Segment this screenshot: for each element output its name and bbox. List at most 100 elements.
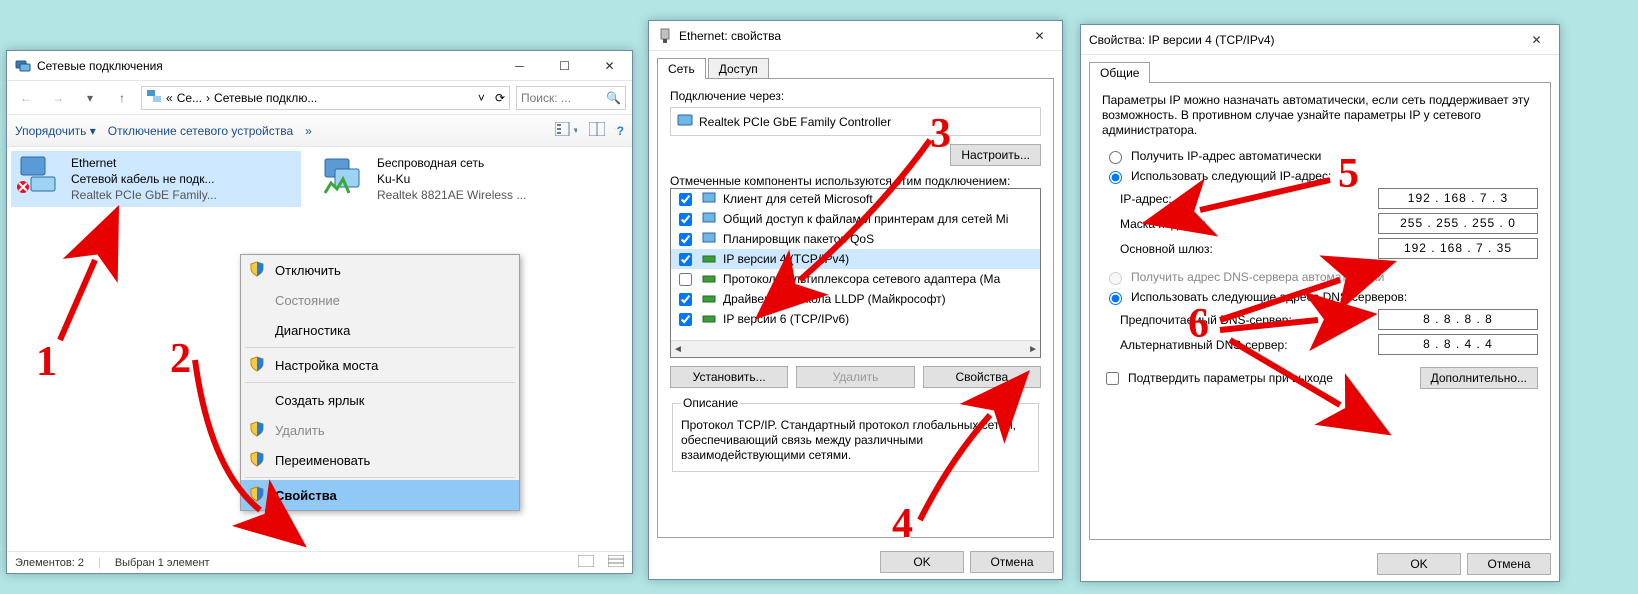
close-button[interactable]: ✕	[1514, 25, 1559, 54]
cmd-organize[interactable]: Упорядочить ▾	[15, 124, 96, 138]
maximize-button[interactable]: ☐	[542, 51, 587, 80]
ok-button[interactable]: OK	[880, 551, 964, 573]
cancel-button[interactable]: Отмена	[1467, 553, 1551, 575]
menu-delete[interactable]: Удалить	[241, 415, 519, 445]
menu-separator	[245, 382, 515, 383]
advanced-button[interactable]: Дополнительно...	[1420, 367, 1538, 389]
list-item-ipv4: IP версии 4 (TCP/IPv4)	[671, 249, 1040, 269]
ethernet-icon	[15, 155, 63, 195]
window-title: Ethernet: свойства	[679, 29, 1017, 43]
subnet-mask-field[interactable]: 255 . 255 . 255 . 0	[1378, 213, 1538, 234]
tab-general[interactable]: Общие	[1089, 62, 1150, 83]
gateway-label: Основной шлюз:	[1120, 242, 1368, 256]
dns2-label: Альтернативный DNS-сервер:	[1120, 338, 1368, 352]
network-icon	[146, 88, 162, 107]
refresh-icon[interactable]: ⟳	[495, 91, 505, 105]
menu-shortcut[interactable]: Создать ярлык	[241, 385, 519, 415]
status-selection: Выбран 1 элемент	[115, 557, 210, 569]
component-checkbox[interactable]	[679, 253, 692, 266]
view-details-button[interactable]	[589, 122, 605, 139]
window-ipv4-properties: Свойства: IP версии 4 (TCP/IPv4) ✕ Общие…	[1080, 24, 1560, 582]
titlebar[interactable]: Ethernet: свойства ✕	[649, 21, 1062, 51]
titlebar[interactable]: Свойства: IP версии 4 (TCP/IPv4) ✕	[1081, 25, 1559, 55]
cancel-button[interactable]: Отмена	[970, 551, 1054, 573]
protocol-icon	[701, 310, 717, 329]
command-bar: Упорядочить ▾ Отключение сетевого устрой…	[7, 115, 632, 147]
menu-status[interactable]: Состояние	[241, 285, 519, 315]
close-button[interactable]: ✕	[587, 51, 632, 80]
dns-preferred-field[interactable]: 8 . 8 . 8 . 8	[1378, 309, 1538, 330]
tab-network[interactable]: Сеть	[657, 58, 706, 79]
horizontal-scrollbar[interactable]: ◄►	[671, 340, 1040, 357]
validate-checkbox[interactable]	[1106, 372, 1119, 385]
gateway-field[interactable]: 192 . 168 . 7 . 35	[1378, 238, 1538, 259]
breadcrumb-dropdown-icon[interactable]: ˅	[478, 91, 485, 105]
menu-diagnostics[interactable]: Диагностика	[241, 315, 519, 345]
status-bar: Элементов: 2 | Выбран 1 элемент	[7, 551, 632, 573]
tab-access[interactable]: Доступ	[708, 58, 769, 79]
radio-manual-dns[interactable]: Использовать следующие адреса DNS-сервер…	[1104, 289, 1536, 305]
connection-wifi[interactable]: Беспроводная сеть Ku-Ku Realtek 8821AE W…	[317, 151, 607, 207]
menu-properties[interactable]: Свойства	[241, 480, 519, 510]
menu-disable[interactable]: Отключить	[241, 255, 519, 285]
component-checkbox[interactable]	[679, 273, 692, 286]
connection-state: Сетевой кабель не подк...	[71, 171, 217, 187]
nav-up-button[interactable]: ↑	[109, 85, 135, 111]
protocol-icon	[701, 290, 717, 309]
list-item: Планировщик пакетов QoS	[671, 229, 1040, 249]
breadcrumb-current[interactable]: Сетевые подклю...	[214, 91, 317, 105]
search-input[interactable]: Поиск: ... 🔍	[516, 86, 626, 110]
ip-address-field[interactable]: 192 . 168 . 7 . 3	[1378, 188, 1538, 209]
close-button[interactable]: ✕	[1017, 21, 1062, 50]
ok-button[interactable]: OK	[1377, 553, 1461, 575]
components-listbox[interactable]: Клиент для сетей Microsoft Общий доступ …	[670, 188, 1041, 358]
nav-back-button[interactable]: ←	[13, 85, 39, 111]
radio-auto-ip[interactable]: Получить IP-адрес автоматически	[1104, 148, 1536, 164]
cmd-disable-device[interactable]: Отключение сетевого устройства	[108, 124, 293, 138]
address-bar[interactable]: « Се... › Сетевые подклю... ˅ ⟳	[141, 86, 510, 110]
nav-history-button[interactable]: ▾	[77, 85, 103, 111]
shield-icon	[249, 486, 265, 505]
connect-via-label: Подключение через:	[670, 89, 1041, 103]
view-layout-button[interactable]: ▼	[555, 122, 577, 139]
radio-manual-ip[interactable]: Использовать следующий IP-адрес:	[1104, 168, 1536, 184]
titlebar[interactable]: Сетевые подключения ─ ☐ ✕	[7, 51, 632, 81]
window-title: Свойства: IP версии 4 (TCP/IPv4)	[1089, 33, 1514, 47]
nav-forward-button[interactable]: →	[45, 85, 71, 111]
menu-bridge[interactable]: Настройка моста	[241, 350, 519, 380]
connection-name: Ethernet	[71, 155, 217, 171]
component-checkbox[interactable]	[679, 233, 692, 246]
search-icon: 🔍	[606, 91, 621, 105]
network-connections-icon	[15, 58, 31, 74]
service-icon	[701, 230, 717, 249]
note-text: Параметры IP можно назначать автоматичес…	[1102, 93, 1538, 138]
status-item-count: Элементов: 2	[15, 557, 84, 569]
ip-label: IP-адрес:	[1120, 192, 1368, 206]
search-placeholder: Поиск: ...	[521, 91, 571, 105]
remove-button[interactable]: Удалить	[796, 366, 914, 388]
component-checkbox[interactable]	[679, 313, 692, 326]
install-button[interactable]: Установить...	[670, 366, 788, 388]
breadcrumb-sep: ›	[206, 91, 210, 105]
cmd-more-icon[interactable]: »	[305, 124, 312, 138]
description-group: Описание Протокол TCP/IP. Стандартный пр…	[672, 396, 1039, 472]
help-icon[interactable]: ?	[617, 124, 624, 138]
wifi-icon	[321, 155, 369, 195]
breadcrumb-parent[interactable]: Се...	[177, 91, 202, 105]
shield-icon	[249, 356, 265, 375]
service-icon	[701, 210, 717, 229]
configure-button[interactable]: Настроить...	[950, 144, 1041, 166]
description-legend: Описание	[681, 396, 740, 410]
menu-separator	[245, 347, 515, 348]
menu-rename[interactable]: Переименовать	[241, 445, 519, 475]
component-checkbox[interactable]	[679, 213, 692, 226]
view-list-icon[interactable]	[608, 555, 624, 570]
component-checkbox[interactable]	[679, 193, 692, 206]
connection-ethernet[interactable]: Ethernet Сетевой кабель не подк... Realt…	[11, 151, 301, 207]
properties-button[interactable]: Свойства	[923, 366, 1041, 388]
minimize-button[interactable]: ─	[497, 51, 542, 80]
component-checkbox[interactable]	[679, 293, 692, 306]
dns-alternate-field[interactable]: 8 . 8 . 4 . 4	[1378, 334, 1538, 355]
connection-adapter: Realtek PCIe GbE Family...	[71, 187, 217, 203]
view-tiles-icon[interactable]	[578, 555, 594, 570]
